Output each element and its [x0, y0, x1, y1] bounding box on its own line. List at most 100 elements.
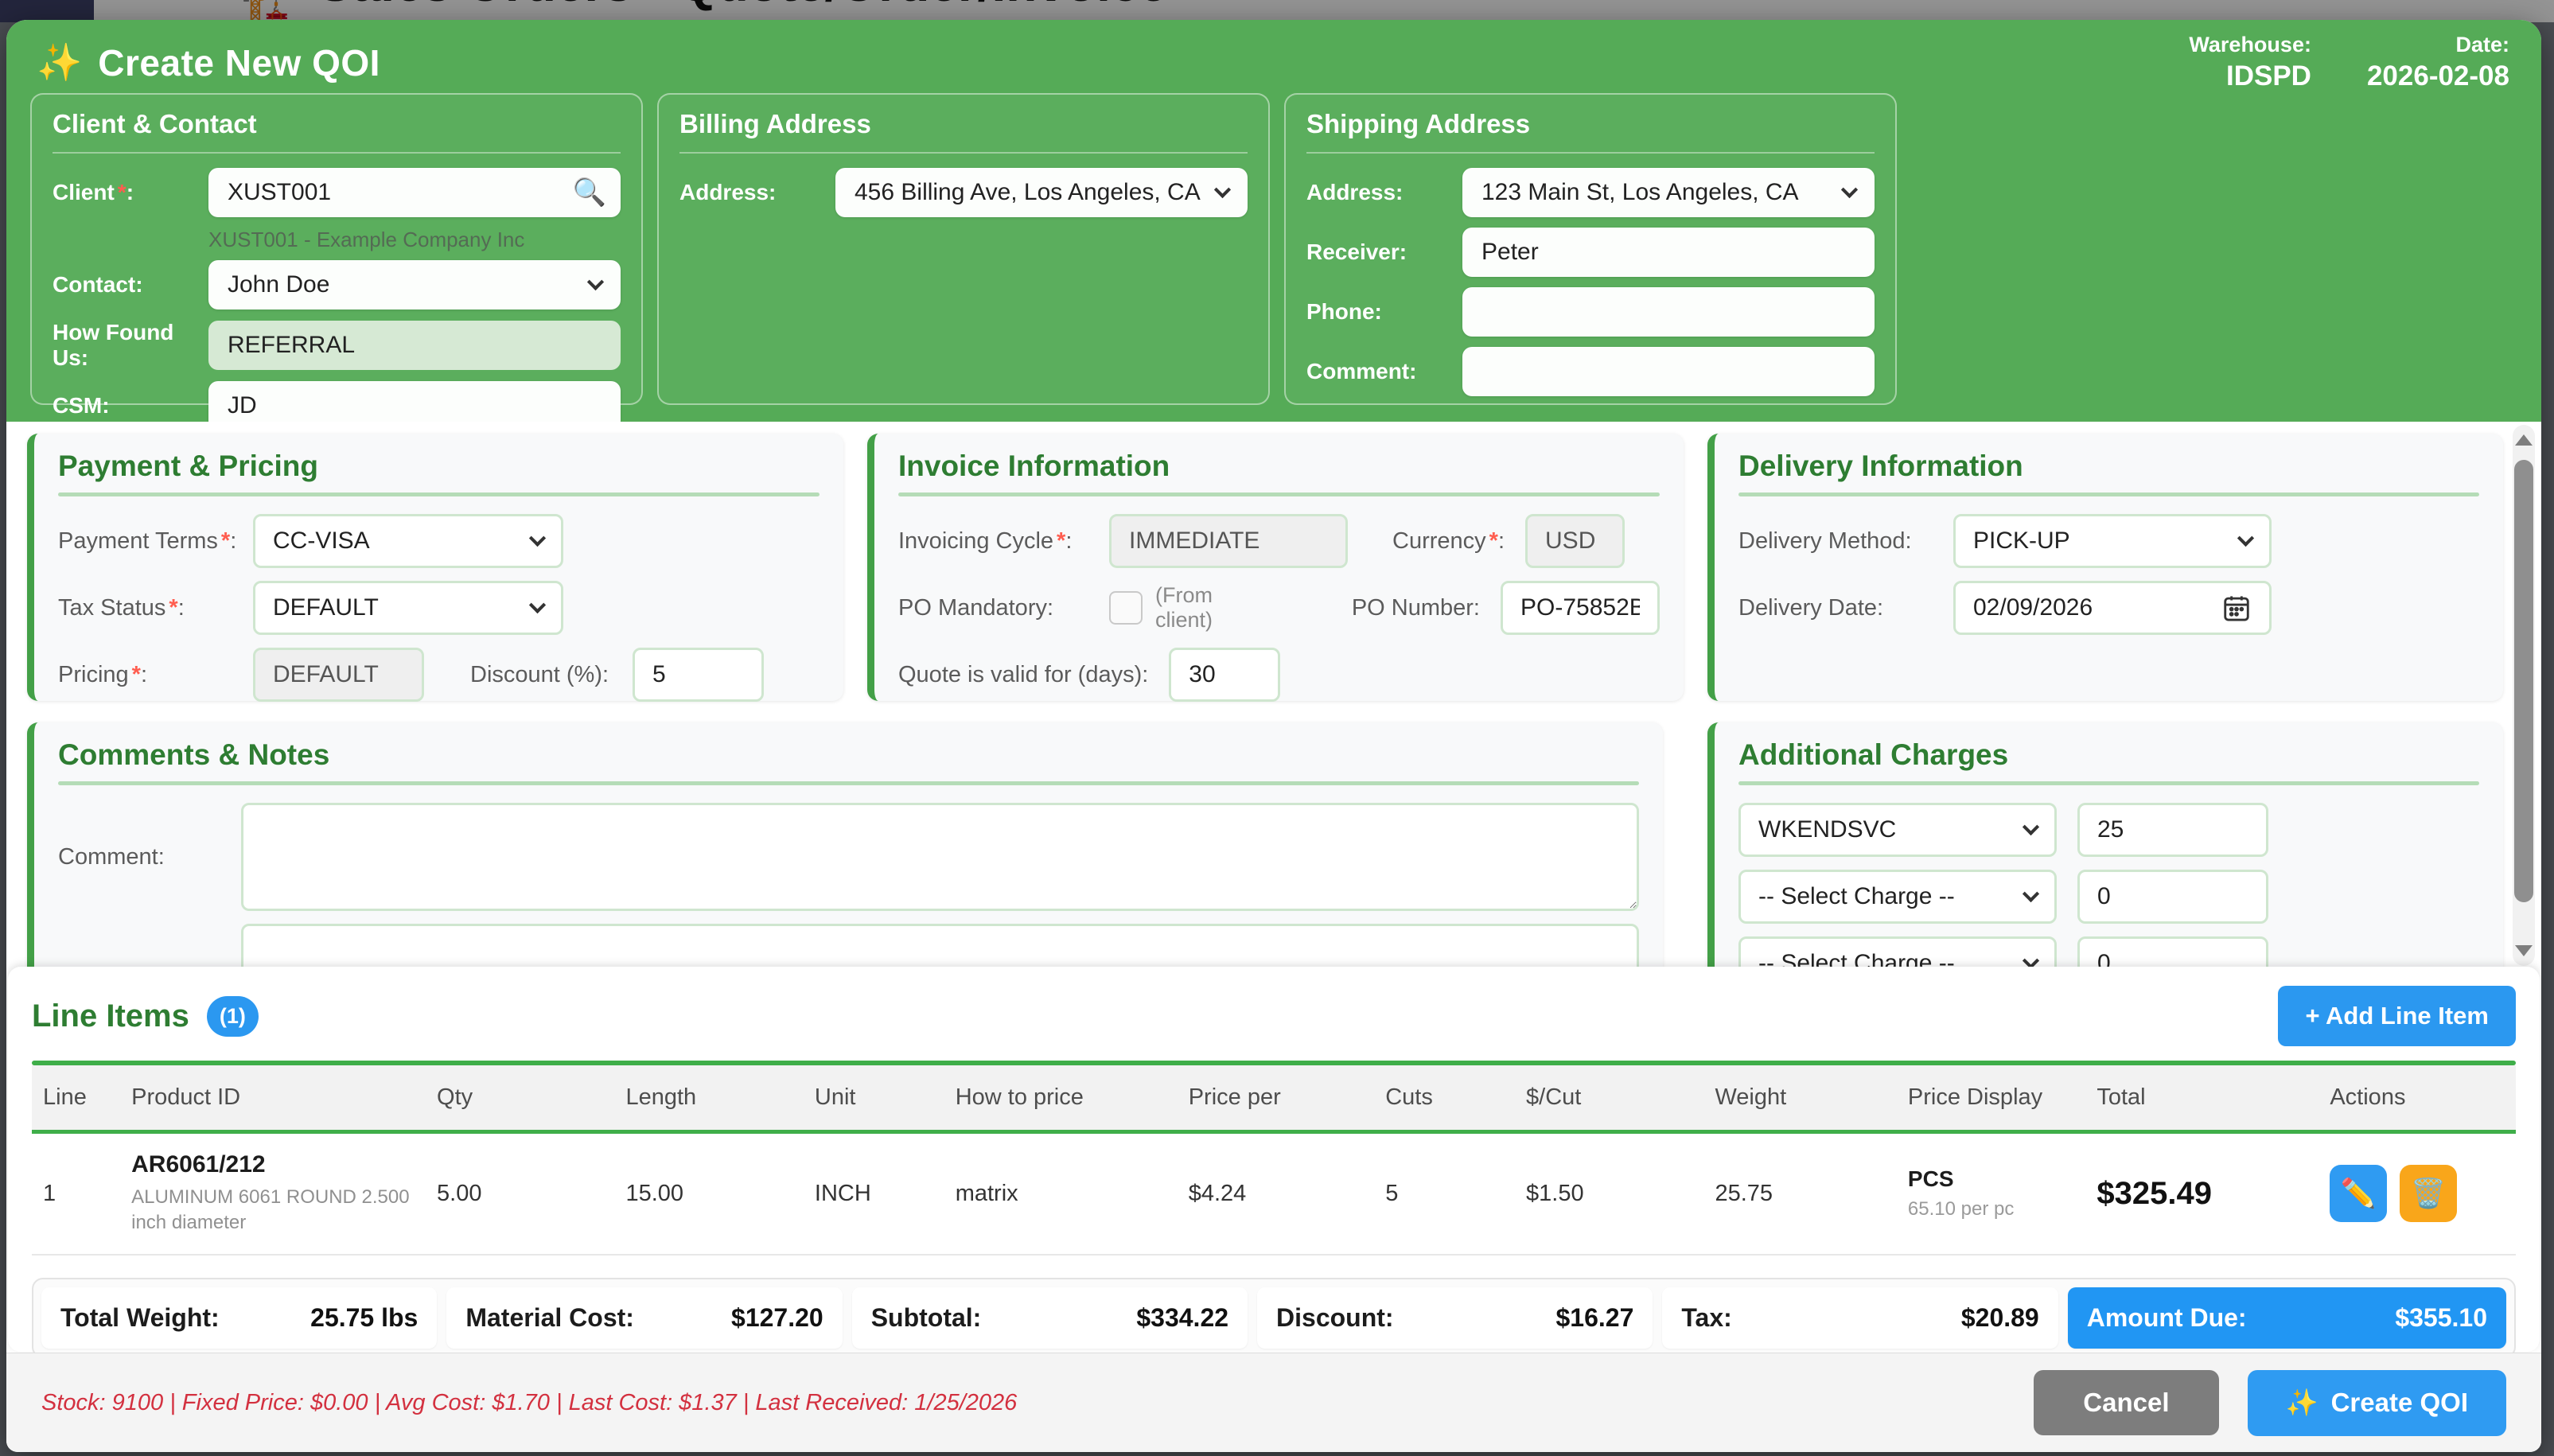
cell-line: 1 [32, 1132, 120, 1255]
modal-header: ✨ Create New QOI Warehouse: IDSPD Date: … [6, 20, 2541, 422]
scroll-up-arrow-icon[interactable] [2515, 434, 2533, 446]
delivery-information-title: Delivery Information [1738, 450, 2479, 483]
charge-select-3[interactable]: -- Select Charge -- [1738, 936, 2057, 969]
col-weight: Weight [1703, 1065, 1896, 1132]
tax-status-label: Tax Status*: [58, 595, 253, 621]
discount-input[interactable] [633, 648, 764, 702]
payment-pricing-card: Payment & Pricing Payment Terms*: CC-VIS… [27, 434, 843, 701]
charge-amount-3[interactable] [2077, 936, 2268, 969]
product-description: ALUMINUM 6061 ROUND 2.500 inch diameter [131, 1185, 415, 1236]
quote-valid-label: Quote is valid for (days): [898, 662, 1148, 688]
modal-title-row: ✨ Create New QOI [37, 41, 380, 84]
cell-how-to-price: matrix [944, 1132, 1178, 1255]
cell-weight: 25.75 [1703, 1132, 1896, 1255]
cell-product: AR6061/212 ALUMINUM 6061 ROUND 2.500 inc… [120, 1132, 426, 1255]
delivery-method-select[interactable]: PICK-UP [1953, 514, 2272, 568]
charge-select-2[interactable]: -- Select Charge -- [1738, 870, 2057, 924]
pricing-input [253, 648, 424, 702]
shipping-address-select[interactable]: 123 Main St, Los Angeles, CA [1462, 168, 1875, 217]
charge-row: -- Select Charge -- [1738, 936, 2479, 969]
col-price-display: Price Display [1897, 1065, 2085, 1132]
col-how-to-price: How to price [944, 1065, 1178, 1132]
charge-select-1[interactable]: WKENDSVC [1738, 803, 2057, 857]
trash-icon: 🗑️ [2411, 1177, 2447, 1210]
chevron-down-icon [529, 530, 546, 547]
invoicing-cycle-label: Invoicing Cycle*: [898, 528, 1109, 555]
cell-cut-price: $1.50 [1515, 1132, 1703, 1255]
background-page: Sales Orders - Quote/Order/Invoice 🏗️ [0, 0, 2554, 22]
header-meta: Warehouse: IDSPD Date: 2026-02-08 [2189, 33, 2509, 92]
comment-label: Comment: [58, 844, 241, 870]
po-number-input[interactable] [1501, 581, 1660, 635]
tax-box: Tax:$20.89 [1662, 1287, 2058, 1349]
charge-amount-2[interactable] [2077, 870, 2268, 924]
section-divider [898, 492, 1660, 496]
cancel-button[interactable]: Cancel [2034, 1370, 2218, 1435]
po-number-label: PO Number: [1352, 595, 1480, 621]
create-qoi-button[interactable]: ✨ Create QOI [2248, 1370, 2507, 1436]
cell-cuts: 5 [1374, 1132, 1515, 1255]
receiver-label: Receiver: [1306, 239, 1462, 265]
invoicing-cycle-input [1109, 514, 1348, 568]
billing-address-select[interactable]: 456 Billing Ave, Los Angeles, CA [835, 168, 1248, 217]
col-price-per: Price per [1178, 1065, 1375, 1132]
phone-label: Phone: [1306, 299, 1462, 325]
price-display-unit: PCS [1908, 1166, 2074, 1192]
col-product-id: Product ID [120, 1065, 426, 1132]
total-weight-box: Total Weight:25.75 lbs [41, 1287, 437, 1349]
currency-label: Currency*: [1392, 528, 1505, 555]
required-mark: * [115, 180, 127, 204]
col-cut-price: $/Cut [1515, 1065, 1703, 1132]
delivery-date-label: Delivery Date: [1738, 595, 1953, 621]
contact-select[interactable]: John Doe [208, 260, 621, 309]
charge-amount-1[interactable] [2077, 803, 2268, 857]
payment-terms-label: Payment Terms*: [58, 528, 253, 555]
client-input[interactable] [208, 168, 621, 217]
calendar-icon[interactable] [2221, 593, 2252, 623]
price-display-sub: 65.10 per pc [1908, 1198, 2074, 1220]
cell-price-per: $4.24 [1178, 1132, 1375, 1255]
payment-pricing-title: Payment & Pricing [58, 450, 820, 483]
shipping-comment-input[interactable] [1462, 347, 1875, 396]
col-unit: Unit [804, 1065, 944, 1132]
col-actions: Actions [2318, 1065, 2516, 1132]
additional-charges-title: Additional Charges [1738, 738, 2479, 772]
receiver-input[interactable] [1462, 228, 1875, 277]
line-items-count-badge: (1) [207, 996, 259, 1037]
client-contact-title: Client & Contact [53, 109, 621, 154]
vertical-scrollbar[interactable] [2513, 425, 2535, 966]
client-hint: XUST001 - Example Company Inc [208, 228, 621, 252]
warning-textarea[interactable] [241, 924, 1639, 969]
search-icon[interactable]: 🔍 [573, 177, 606, 208]
delete-line-item-button[interactable]: 🗑️ [2400, 1165, 2457, 1222]
totals-bar: Total Weight:25.75 lbs Material Cost:$12… [32, 1278, 2516, 1358]
chevron-down-icon [587, 274, 604, 290]
delivery-information-card: Delivery Information Delivery Method: PI… [1707, 434, 2503, 701]
shipping-address-label: Address: [1306, 180, 1462, 205]
line-items-table: Line Product ID Qty Length Unit How to p… [32, 1065, 2516, 1256]
invoice-information-card: Invoice Information Invoicing Cycle*: Cu… [867, 434, 1684, 701]
chevron-down-icon [2237, 530, 2254, 547]
date-block: Date: 2026-02-08 [2367, 33, 2509, 92]
po-mandatory-checkbox[interactable] [1109, 591, 1143, 625]
edit-line-item-button[interactable]: ✏️ [2330, 1165, 2387, 1222]
currency-input [1525, 514, 1625, 568]
form-scroll-area: Payment & Pricing Payment Terms*: CC-VIS… [6, 422, 2541, 969]
cell-price-display: PCS 65.10 per pc [1897, 1132, 2085, 1255]
quote-valid-input[interactable] [1169, 648, 1280, 702]
payment-terms-select[interactable]: CC-VISA [253, 514, 563, 568]
line-items-title: Line Items [32, 999, 189, 1034]
phone-input[interactable] [1462, 287, 1875, 337]
cell-total: $325.49 [2085, 1132, 2318, 1255]
scrollbar-thumb[interactable] [2514, 460, 2533, 902]
col-total: Total [2085, 1065, 2318, 1132]
comment-textarea[interactable] [241, 803, 1639, 911]
delivery-date-input[interactable]: 02/09/2026 [1953, 581, 2272, 635]
warehouse-block: Warehouse: IDSPD [2189, 33, 2311, 92]
scroll-down-arrow-icon[interactable] [2515, 945, 2533, 956]
tax-status-select[interactable]: DEFAULT [253, 581, 563, 635]
chevron-down-icon [2023, 886, 2039, 902]
line-items-section: Line Items (1) + Add Line Item Line Prod… [8, 967, 2540, 1352]
section-divider [1738, 781, 2479, 785]
add-line-item-button[interactable]: + Add Line Item [2278, 986, 2516, 1046]
